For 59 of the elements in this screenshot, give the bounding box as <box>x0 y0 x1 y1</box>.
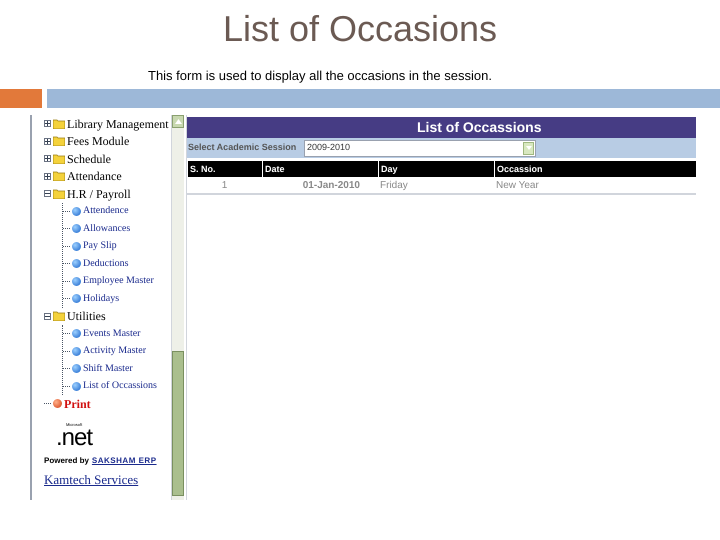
collapse-icon[interactable] <box>44 312 51 320</box>
tree-item[interactable]: Print <box>64 398 91 410</box>
accent-bar <box>0 89 42 108</box>
folder-icon <box>53 118 65 129</box>
table-cell-text: Friday <box>379 178 409 192</box>
folder-icon <box>53 188 65 199</box>
bullet-icon <box>72 206 81 216</box>
bullet-icon <box>72 242 81 251</box>
bullet-icon <box>72 294 81 304</box>
expand-icon[interactable] <box>44 120 51 128</box>
folder-icon <box>53 311 65 322</box>
bullet-icon <box>53 399 62 408</box>
bullet-icon <box>72 276 81 286</box>
tree-item[interactable]: Utilities <box>67 310 106 322</box>
tree-item[interactable]: Holidays <box>83 294 120 304</box>
tree-item[interactable]: Activity Master <box>83 346 146 356</box>
tree-item[interactable]: Events Master <box>83 328 140 339</box>
slide-title: List of Occasions <box>222 7 498 51</box>
folder-icon <box>53 154 65 164</box>
table-cell-text: New Year <box>495 178 540 192</box>
bullet-icon <box>72 382 81 391</box>
company-link[interactable]: Kamtech Services <box>44 470 171 489</box>
logo: .net <box>56 426 92 448</box>
slide-subtitle: This form is used to display all the occasions in the session. <box>148 68 493 84</box>
folder-icon <box>53 136 65 146</box>
scrollbar[interactable] <box>171 115 184 500</box>
tree-item[interactable]: Library Management <box>67 118 169 130</box>
tree-item[interactable]: Fees Module <box>67 135 130 148</box>
tree-item[interactable]: Pay Slip <box>83 241 117 252</box>
powered-by-text: Powered by <box>44 454 89 466</box>
tree-item[interactable]: Shift Master <box>83 364 133 374</box>
expand-icon[interactable] <box>44 155 51 162</box>
column-header: Occassion <box>494 161 696 177</box>
tree-item[interactable]: List of Occassions <box>83 381 157 392</box>
bullet-icon <box>72 346 81 356</box>
tree-item[interactable]: H.R / Payroll <box>67 188 131 200</box>
column-header: S. No. <box>187 161 262 177</box>
bullet-icon <box>72 364 81 374</box>
tree-item[interactable]: Schedule <box>67 152 111 165</box>
table-cell-text: 01-Jan-2010 <box>302 178 361 192</box>
bullet-icon <box>72 259 81 268</box>
column-header: Date <box>262 161 378 177</box>
collapse-icon[interactable] <box>44 190 51 198</box>
expand-icon[interactable] <box>44 138 51 145</box>
form-title: List of Occassions <box>187 117 696 138</box>
table-cell-text: 1 <box>220 178 228 192</box>
column-header: Day <box>378 161 494 177</box>
bullet-icon <box>72 329 81 338</box>
folder-icon <box>53 171 65 182</box>
bullet-icon <box>72 224 81 234</box>
tree-item[interactable]: Attendence <box>83 206 129 216</box>
tree-item[interactable]: Attendance <box>67 170 122 182</box>
erp-link[interactable]: SAKSHAM ERP <box>92 454 157 466</box>
tree-item[interactable]: Employee Master <box>83 276 154 286</box>
expand-icon[interactable] <box>44 172 51 180</box>
tree-item[interactable]: Deductions <box>83 258 129 269</box>
session-label: Select Academic Session <box>187 141 298 154</box>
session-select[interactable]: 2009-2010 <box>304 140 536 156</box>
tree-item[interactable]: Allowances <box>83 224 130 234</box>
